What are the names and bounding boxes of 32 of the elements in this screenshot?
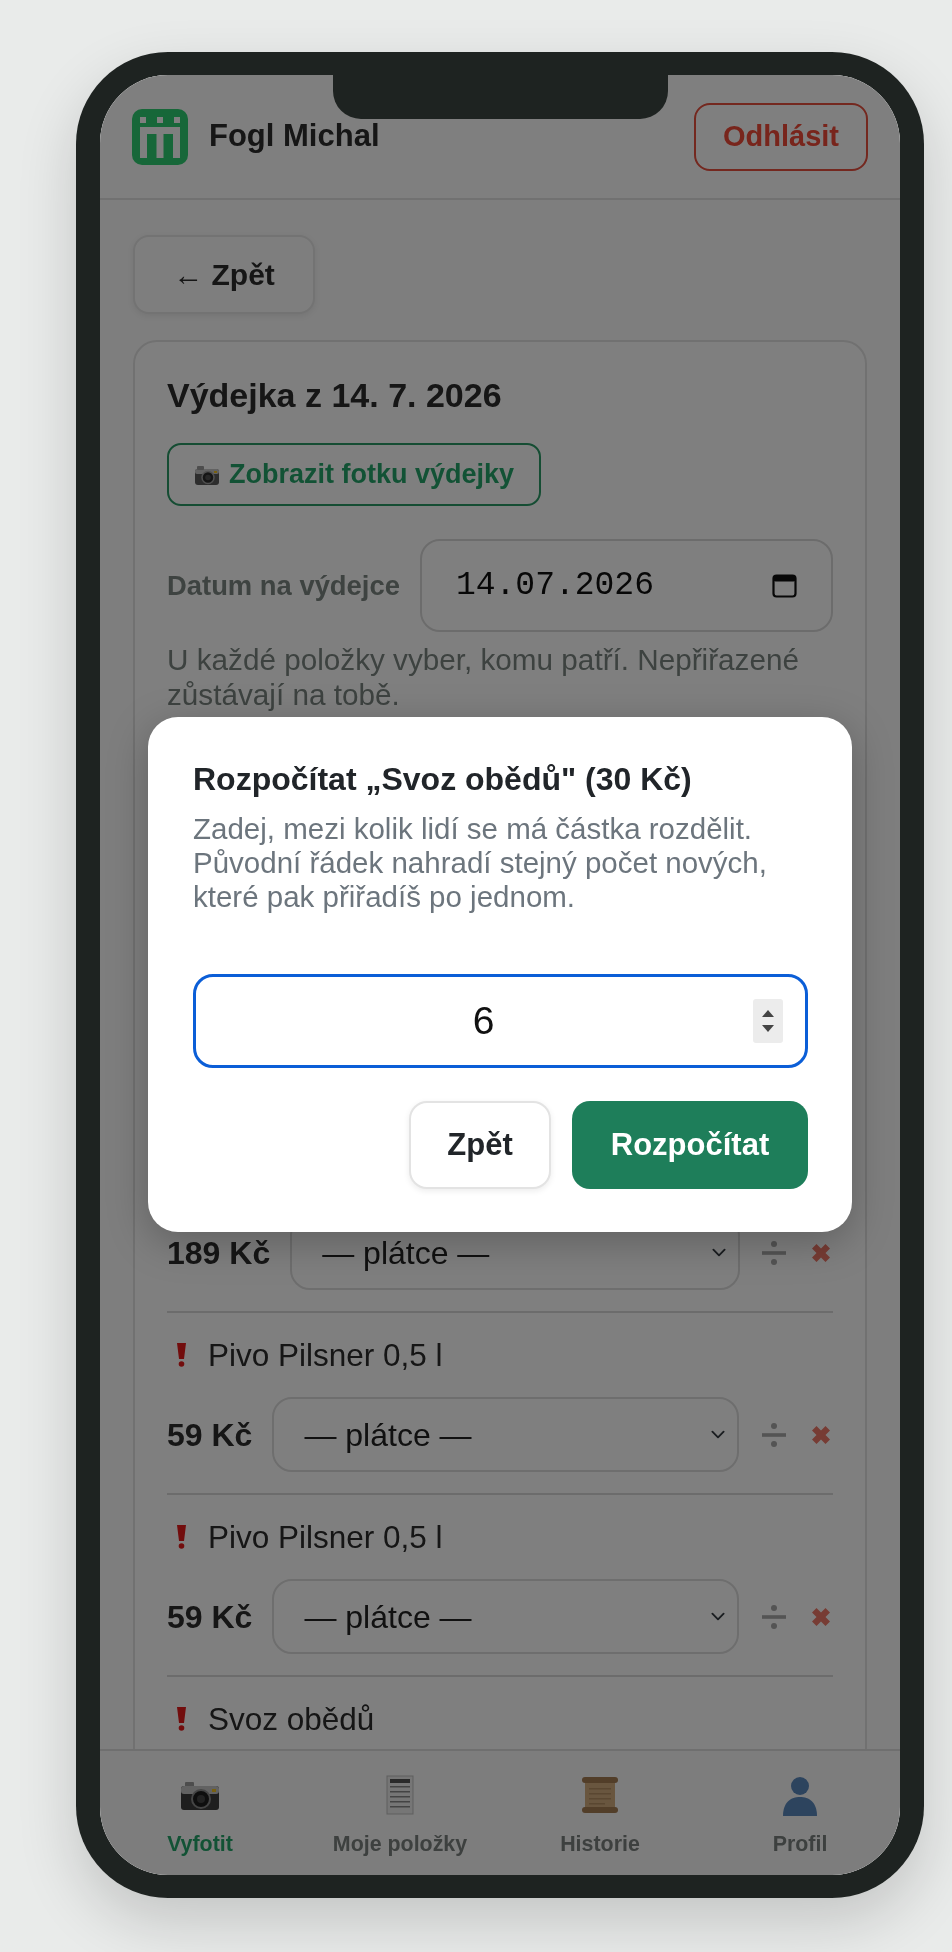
price-text: 189 Kč: [167, 1233, 271, 1273]
scroll-icon: [579, 1774, 621, 1816]
hint-text: U každé položky vyber, komu patří. Nepřiřazené zůstávají na tobě.: [167, 642, 800, 712]
cancel-button[interactable]: Zpět: [409, 1101, 551, 1189]
price-text: 59 Kč: [167, 1415, 253, 1455]
nav-tab[interactable]: Moje položky: [300, 1751, 500, 1875]
photo-button[interactable]: Zobrazit fotku výdejky: [167, 443, 542, 506]
confirm-button[interactable]: Rozpočítat: [572, 1101, 808, 1189]
divide-icon: [761, 1239, 788, 1266]
receipt-title: Výdejka z 14. 7. 2026: [167, 375, 503, 416]
price-text: 59 Kč: [167, 1597, 253, 1637]
nav-tab[interactable]: Profil: [700, 1751, 900, 1875]
item-name: Pivo Pilsner 0,5 l: [208, 1336, 443, 1375]
date-input[interactable]: 14.07.2026: [419, 539, 833, 632]
payer-select[interactable]: — plátce —: [272, 1579, 739, 1654]
nav-tab[interactable]: Historie: [500, 1751, 700, 1875]
user-name: Fogl Michal: [209, 117, 380, 156]
logout-button[interactable]: Odhlásit: [694, 102, 868, 171]
dialog-title: Rozpočítat „Svoz obědů" (30 Kč): [193, 760, 693, 798]
divide-icon: [760, 1603, 787, 1630]
item-name: Pivo Pilsner 0,5 l: [208, 1518, 443, 1557]
calendar-icon[interactable]: [772, 573, 797, 598]
logo-icon: [132, 108, 188, 165]
stepper-icon[interactable]: [753, 999, 783, 1043]
split-count-input[interactable]: 6: [193, 974, 808, 1068]
payer-select[interactable]: — plátce —: [272, 1397, 739, 1472]
dialog-text: Zadej, mezi kolik lidí se má částka rozdělit. Původní řádek nahradí stejný počet nových, které pak přiřadíš po jednom.: [193, 812, 768, 914]
divide-icon: [760, 1421, 787, 1448]
camera-icon: [194, 463, 220, 486]
item-name: Svoz obědů: [208, 1700, 375, 1739]
back-button[interactable]: ← Zpět: [133, 235, 315, 314]
date-label: Datum na výdejce: [167, 568, 400, 603]
